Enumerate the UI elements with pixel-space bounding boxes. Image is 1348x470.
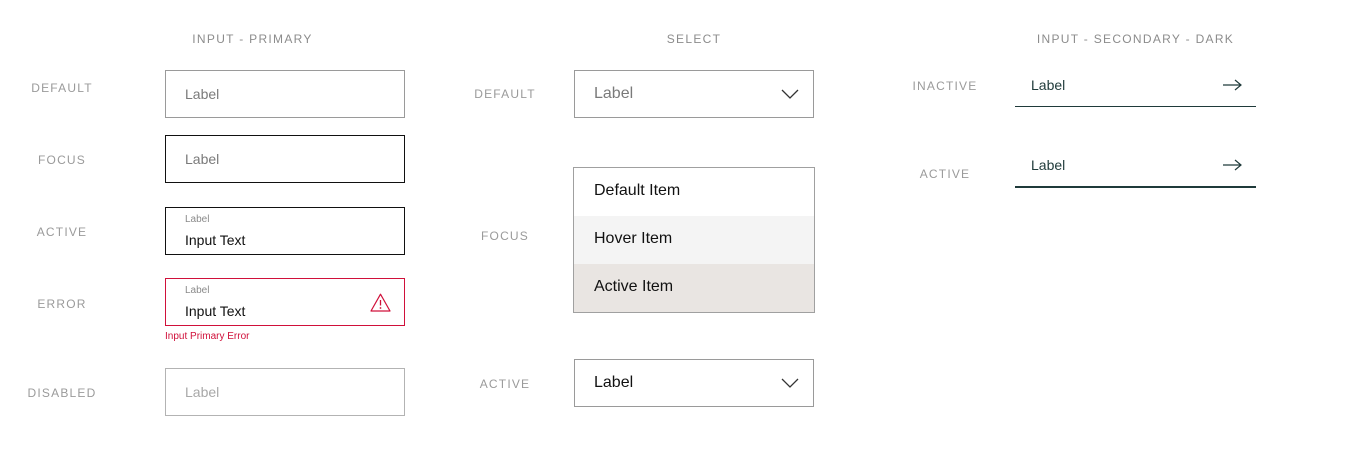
section-title-input-secondary-dark: INPUT - SECONDARY - DARK	[1036, 32, 1235, 46]
section-title-input-primary: INPUT - PRIMARY	[192, 32, 313, 46]
input-primary-default[interactable]: Label	[165, 70, 405, 118]
input-error-message: Input Primary Error	[165, 331, 250, 342]
state-label-disabled: DISABLED	[27, 386, 97, 400]
menu-item-hover[interactable]: Hover Item	[574, 216, 814, 264]
menu-item-label: Default Item	[594, 182, 681, 199]
select-active[interactable]: Label	[574, 359, 814, 407]
state-label-active: ACTIVE	[36, 225, 88, 239]
input-floating-label: Label	[185, 285, 210, 296]
state-label-default: DEFAULT	[31, 81, 93, 95]
input-secondary-active[interactable]: Label	[1015, 148, 1256, 188]
input-value: Label	[1031, 77, 1066, 93]
input-value: Input Text	[185, 232, 246, 248]
input-placeholder: Label	[185, 151, 220, 167]
select-value: Label	[594, 374, 634, 391]
input-primary-error[interactable]: Label Input Text	[165, 278, 405, 326]
menu-item-label: Active Item	[594, 278, 674, 295]
select-default[interactable]: Label	[574, 70, 814, 118]
input-floating-label: Label	[185, 214, 210, 225]
menu-item-label: Hover Item	[594, 230, 673, 247]
select-dropdown-menu: Default Item Hover Item Active Item	[573, 167, 815, 313]
state-label-select-focus: FOCUS	[481, 229, 529, 243]
state-label-inactive: INACTIVE	[912, 79, 978, 93]
menu-item-default[interactable]: Default Item	[574, 168, 814, 216]
input-value: Label	[1031, 157, 1066, 173]
input-placeholder: Label	[185, 384, 220, 400]
select-value: Label	[594, 85, 634, 102]
input-primary-active[interactable]: Label Input Text	[165, 207, 405, 255]
menu-item-active[interactable]: Active Item	[574, 264, 814, 312]
chevron-down-icon	[781, 378, 799, 388]
state-label-secondary-active: ACTIVE	[919, 167, 971, 181]
chevron-down-icon	[781, 89, 799, 99]
arrow-right-icon[interactable]	[1222, 159, 1242, 171]
warning-icon	[370, 293, 391, 312]
section-title-select: SELECT	[666, 32, 722, 46]
arrow-right-icon[interactable]	[1222, 79, 1242, 91]
input-placeholder: Label	[185, 86, 220, 102]
input-primary-focus[interactable]: Label	[165, 135, 405, 183]
input-primary-disabled: Label	[165, 368, 405, 416]
state-label-select-active: ACTIVE	[479, 377, 531, 391]
input-value: Input Text	[185, 303, 246, 319]
state-label-focus: FOCUS	[38, 153, 86, 167]
state-label-error: ERROR	[37, 297, 87, 311]
state-label-select-default: DEFAULT	[474, 87, 536, 101]
input-secondary-inactive[interactable]: Label	[1015, 68, 1256, 107]
